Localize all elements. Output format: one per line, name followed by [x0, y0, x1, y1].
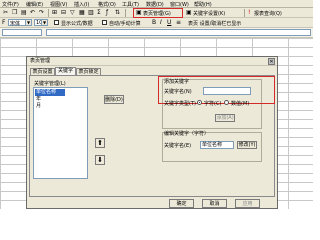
- menu-item-window[interactable]: 窗口(W): [170, 1, 189, 8]
- move-up-button[interactable]: ⬆: [95, 138, 105, 148]
- ok-button[interactable]: 确定: [169, 199, 194, 208]
- auto-calc-checkbox[interactable]: [102, 20, 107, 25]
- chevron-down-icon: ▼: [41, 20, 47, 25]
- menu-item-format[interactable]: 格式(O): [98, 1, 116, 8]
- menu-item-view[interactable]: 视图(V): [50, 1, 67, 8]
- keyword-list[interactable]: 单位名称 年 月: [33, 87, 88, 179]
- close-icon[interactable]: ✕: [268, 58, 275, 65]
- cell-address-field[interactable]: [2, 29, 42, 36]
- menu-item-data[interactable]: 数据(D): [146, 1, 164, 8]
- separator: [48, 9, 49, 17]
- menu-item-help[interactable]: 帮助(H): [194, 1, 212, 8]
- dialog-title: 表页管理 ✕: [27, 57, 277, 66]
- menu-item-file[interactable]: 文件(F): [2, 1, 19, 8]
- type-char-label: 字符(C): [204, 101, 222, 107]
- list-item[interactable]: 月: [35, 103, 65, 110]
- cancel-button[interactable]: 取消: [202, 199, 227, 208]
- arrow-down-icon: ⬇: [97, 156, 103, 164]
- report-query-icon: !: [248, 9, 251, 16]
- insert-col-icon[interactable]: ⊟: [61, 10, 66, 16]
- table-icon[interactable]: ▦: [79, 10, 85, 16]
- formula-input[interactable]: [46, 29, 311, 36]
- keyword-type-label: 关键字类型(T): [164, 101, 196, 107]
- cut-icon[interactable]: ✂: [3, 10, 8, 16]
- menu-item-tools[interactable]: 工具(T): [122, 1, 139, 8]
- toolbar-row-2: F 宋体 ▼ 10 ▼ 显示公式/数据 自动/手动计算 B I U ≡ 表页 设…: [0, 18, 313, 28]
- italic-icon[interactable]: I: [160, 20, 162, 26]
- list-item[interactable]: 年: [35, 96, 65, 103]
- separator: [244, 9, 245, 17]
- font-icon: F: [2, 19, 6, 26]
- font-size-select[interactable]: 10 ▼: [34, 19, 48, 26]
- report-query-button[interactable]: 报表查询(Q): [254, 10, 282, 17]
- align-icon[interactable]: ≡: [176, 20, 181, 26]
- page-management-button[interactable]: 表页管理(G): [143, 10, 171, 17]
- menu-item-edit[interactable]: 编辑(E): [26, 1, 43, 8]
- font-select[interactable]: 宋体 ▼: [8, 19, 32, 27]
- delete-button[interactable]: 删除(D): [104, 95, 124, 104]
- page-management-dialog: 表页管理 ✕ 表页设置 关键字 表页锁定 关键字管理(L) 单位名称 年 月 删…: [26, 56, 278, 209]
- keyword-icon: ▣: [186, 9, 192, 16]
- redo-icon[interactable]: ↷: [39, 10, 44, 16]
- type-num-label: 数值(M): [231, 101, 250, 107]
- dialog-title-text: 表页管理: [30, 58, 51, 64]
- undo-icon[interactable]: ↶: [30, 10, 35, 16]
- bold-icon[interactable]: B: [152, 20, 156, 26]
- apply-button[interactable]: 应用: [235, 199, 260, 208]
- formula-bar: [0, 28, 313, 38]
- page-set-label[interactable]: 表页 设置/取消栏已显示: [188, 20, 241, 27]
- keyword-list-title: 关键字管理(L): [34, 81, 66, 87]
- toolbar-row-1: ✂ ❐ ▤ ↶ ↷ ⊞ ⊟ ▽ ▦ ▥ Σ ƒ ⇅ ▣ 表页管理(G) ▣ 关键…: [0, 8, 313, 18]
- chevron-down-icon: ▼: [25, 20, 31, 25]
- keyword-name-input[interactable]: [203, 87, 251, 95]
- edit-keyword-name-input[interactable]: 单位名称: [200, 141, 234, 149]
- function-icon[interactable]: ƒ: [106, 10, 108, 16]
- sort-icon[interactable]: ⇅: [115, 10, 120, 16]
- edit-keyword-name-label: 关键字名(E): [164, 143, 192, 149]
- page-icon: ▣: [136, 9, 142, 16]
- auto-calc-label: 自动/手动计算: [109, 21, 141, 27]
- edit-keyword-title: 编辑关键字（字符）: [164, 131, 210, 137]
- underline-icon[interactable]: U: [167, 20, 171, 26]
- add-button[interactable]: 添加(A): [215, 114, 235, 122]
- sum-icon[interactable]: Σ: [97, 10, 101, 16]
- keyword-name-label: 关键字名(N): [164, 89, 192, 95]
- paste-icon[interactable]: ▤: [21, 10, 27, 16]
- type-char-radio[interactable]: [197, 100, 202, 105]
- copy-icon[interactable]: ❐: [12, 10, 17, 16]
- menu-bar: 文件(F) 编辑(E) 视图(V) 插入(I) 格式(O) 工具(T) 数据(D…: [0, 0, 313, 8]
- menu-item-insert[interactable]: 插入(I): [74, 1, 89, 8]
- keyword-settings-button[interactable]: 关键字设置(K): [193, 10, 225, 17]
- list-item[interactable]: 单位名称: [35, 89, 65, 96]
- separator: [125, 9, 126, 17]
- show-formula-checkbox[interactable]: [54, 20, 59, 25]
- insert-row-icon[interactable]: ⊞: [52, 10, 57, 16]
- arrow-up-icon: ⬆: [97, 139, 103, 147]
- filter-icon[interactable]: ▽: [70, 10, 75, 16]
- show-formula-label: 显示公式/数据: [61, 21, 93, 27]
- radio-dot: [199, 102, 200, 103]
- chart-icon[interactable]: ▥: [88, 10, 94, 16]
- add-keyword-title: 添加关键字: [164, 79, 190, 85]
- move-down-button[interactable]: ⬇: [95, 155, 105, 165]
- modify-button[interactable]: 修改(Y): [237, 141, 257, 149]
- type-num-radio[interactable]: [224, 100, 229, 105]
